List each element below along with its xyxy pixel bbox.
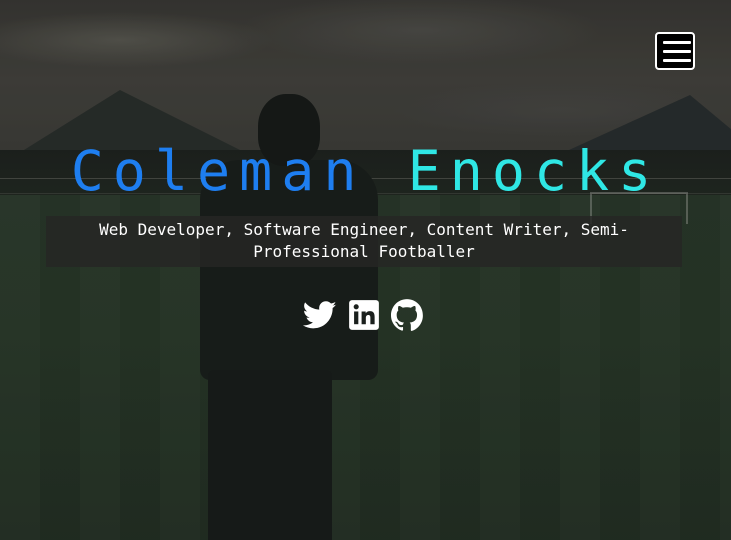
linkedin-icon <box>349 300 379 330</box>
twitter-link[interactable] <box>303 298 337 332</box>
github-icon <box>390 299 423 331</box>
hero-section <box>0 0 731 540</box>
github-link[interactable] <box>390 298 424 332</box>
background-overlay <box>0 0 731 540</box>
social-links <box>303 298 428 332</box>
tagline-box: Web Developer, Software Engineer, Conten… <box>46 216 682 267</box>
title-last-name: Enocks <box>407 139 661 203</box>
menu-button[interactable] <box>655 32 695 70</box>
page-title: Coleman Enocks <box>0 138 731 204</box>
title-first-name: Coleman <box>70 139 366 203</box>
twitter-icon <box>303 301 337 329</box>
tagline: Web Developer, Software Engineer, Conten… <box>99 220 629 261</box>
linkedin-link[interactable] <box>347 298 381 332</box>
